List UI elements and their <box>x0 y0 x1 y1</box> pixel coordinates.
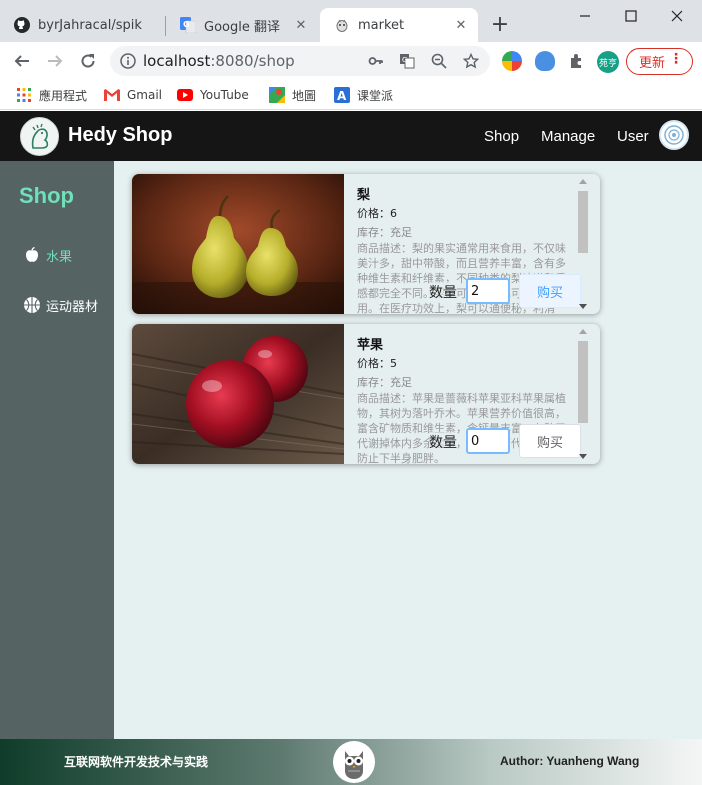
zoom-icon[interactable] <box>431 53 447 69</box>
product-name: 梨 <box>357 188 371 203</box>
tab-google-translate[interactable]: G Google 翻译 ✕ <box>166 8 318 42</box>
quantity-input[interactable] <box>466 278 510 304</box>
footer: 互联网软件开发技术与实践 Author: Yuanheng Wang <box>0 739 702 785</box>
new-tab-button[interactable]: + <box>488 14 512 38</box>
address-bar[interactable]: localhost:8080/shop G <box>110 46 490 76</box>
translate-icon[interactable]: G <box>399 53 415 69</box>
dinosaur-logo-icon[interactable] <box>20 117 59 156</box>
product-stock: 库存：充足 <box>357 226 412 239</box>
scroll-thumb[interactable] <box>578 341 588 423</box>
sidebar-item-sports[interactable]: 运动器材 <box>22 294 98 316</box>
more-menu-icon[interactable]: ⋮ <box>669 51 683 67</box>
key-icon[interactable] <box>368 53 384 69</box>
bookmark-star-icon[interactable] <box>463 53 479 69</box>
url-text: localhost:8080/shop <box>143 52 295 70</box>
pear-image <box>132 174 344 314</box>
browser-toolbar: localhost:8080/shop G 苑亨 更新 ⋮ <box>0 42 702 80</box>
quantity-input[interactable] <box>466 428 510 454</box>
maps-icon <box>269 87 285 103</box>
scroll-up-icon[interactable] <box>579 179 587 184</box>
nav-user[interactable]: User <box>617 128 649 145</box>
apple-image <box>132 324 344 464</box>
tab-title: market <box>358 17 405 33</box>
sidebar-item-label: 水果 <box>46 249 73 265</box>
author-credit: Author: Yuanheng Wang <box>500 754 640 768</box>
browser-tab-bar: byrJahracal/spik G Google 翻译 ✕ market ✕ … <box>0 0 702 42</box>
ketangpai-icon: A <box>334 87 350 103</box>
minimize-icon[interactable] <box>562 4 608 28</box>
site-info-icon[interactable] <box>120 53 136 73</box>
reload-icon[interactable] <box>76 49 100 73</box>
svg-text:G: G <box>402 56 407 64</box>
product-list: 梨 价格：6 库存：充足 商品描述：梨的果实通常用来食用，不仅味美汁多，甜中带酸… <box>114 161 702 739</box>
product-stock: 库存：充足 <box>357 376 412 389</box>
maximize-icon[interactable] <box>608 4 654 28</box>
tab-title: Google 翻译 <box>204 19 280 35</box>
product-price: 价格：5 <box>357 357 397 370</box>
app-header: Hedy Shop Shop Manage User <box>0 111 702 161</box>
youtube-icon <box>177 87 193 103</box>
tab-github[interactable]: byrJahracal/spik <box>0 8 164 42</box>
cloud-extension-icon[interactable] <box>535 51 555 71</box>
tab-title: byrJahracal/spik <box>38 17 142 33</box>
quantity-label: 数量 <box>429 282 457 302</box>
product-card-pear: 梨 价格：6 库存：充足 商品描述：梨的果实通常用来食用，不仅味美汁多，甜中带酸… <box>132 174 600 314</box>
sidebar-title: Shop <box>19 183 74 208</box>
owl-logo-icon <box>333 741 375 783</box>
scroll-down-icon[interactable] <box>579 454 587 459</box>
gmail-icon <box>104 87 120 103</box>
scrollbar[interactable] <box>576 327 590 461</box>
profile-avatar[interactable]: 苑亨 <box>597 51 619 73</box>
market-favicon <box>334 17 350 33</box>
forward-icon[interactable] <box>43 49 67 73</box>
nav-shop[interactable]: Shop <box>484 128 519 145</box>
course-title: 互联网软件开发技术与实践 <box>64 755 209 769</box>
svg-text:G: G <box>183 20 190 29</box>
buy-button[interactable]: 购买 <box>519 274 581 308</box>
bookmark-label: Gmail <box>127 88 163 102</box>
google-translate-icon: G <box>180 17 196 33</box>
product-price: 价格：6 <box>357 207 397 220</box>
bookmark-gmail[interactable]: Gmail <box>104 85 162 105</box>
nav-manage[interactable]: Manage <box>541 128 595 145</box>
update-button[interactable]: 更新 ⋮ <box>626 48 693 75</box>
basketball-icon <box>22 295 42 315</box>
product-name: 苹果 <box>357 338 384 353</box>
scroll-up-icon[interactable] <box>579 329 587 334</box>
bookmark-label: 地圖 <box>292 88 317 103</box>
extension-icon[interactable] <box>502 51 522 71</box>
back-icon[interactable] <box>10 49 34 73</box>
bookmarks-bar: 應用程式 Gmail YouTube 地圖 A 课堂派 <box>0 80 702 110</box>
close-window-icon[interactable] <box>654 4 700 28</box>
sidebar-item-label: 运动器材 <box>46 299 99 315</box>
bookmark-label: 應用程式 <box>39 88 88 103</box>
svg-text:A: A <box>337 89 347 103</box>
bookmark-youtube[interactable]: YouTube <box>177 85 249 105</box>
bookmark-maps[interactable]: 地圖 <box>269 85 316 105</box>
bookmark-label: 课堂派 <box>357 88 394 103</box>
bookmark-ketangpai[interactable]: A 课堂派 <box>334 85 393 105</box>
sidebar: Shop 水果 运动器材 <box>0 161 114 739</box>
scroll-down-icon[interactable] <box>579 304 587 309</box>
sidebar-item-fruit[interactable]: 水果 <box>22 244 72 266</box>
bookmark-label: YouTube <box>200 88 249 102</box>
close-tab-icon[interactable]: ✕ <box>452 16 470 34</box>
github-icon <box>14 17 30 33</box>
apps-grid-icon <box>16 87 32 103</box>
buy-button[interactable]: 购买 <box>519 424 581 458</box>
scrollbar[interactable] <box>576 177 590 311</box>
bookmark-apps[interactable]: 應用程式 <box>16 85 87 105</box>
close-tab-icon[interactable]: ✕ <box>292 16 310 34</box>
tab-market[interactable]: market ✕ <box>320 8 478 42</box>
scroll-thumb[interactable] <box>578 191 588 253</box>
product-card-apple: 苹果 价格：5 库存：充足 商品描述：苹果是蔷薇科苹果亚科苹果属植物，其树为落叶… <box>132 324 600 464</box>
user-avatar[interactable] <box>659 120 689 150</box>
brand-title[interactable]: Hedy Shop <box>68 124 172 147</box>
quantity-label: 数量 <box>429 432 457 452</box>
apple-icon <box>22 245 42 265</box>
puzzle-extensions-icon[interactable] <box>564 49 588 73</box>
